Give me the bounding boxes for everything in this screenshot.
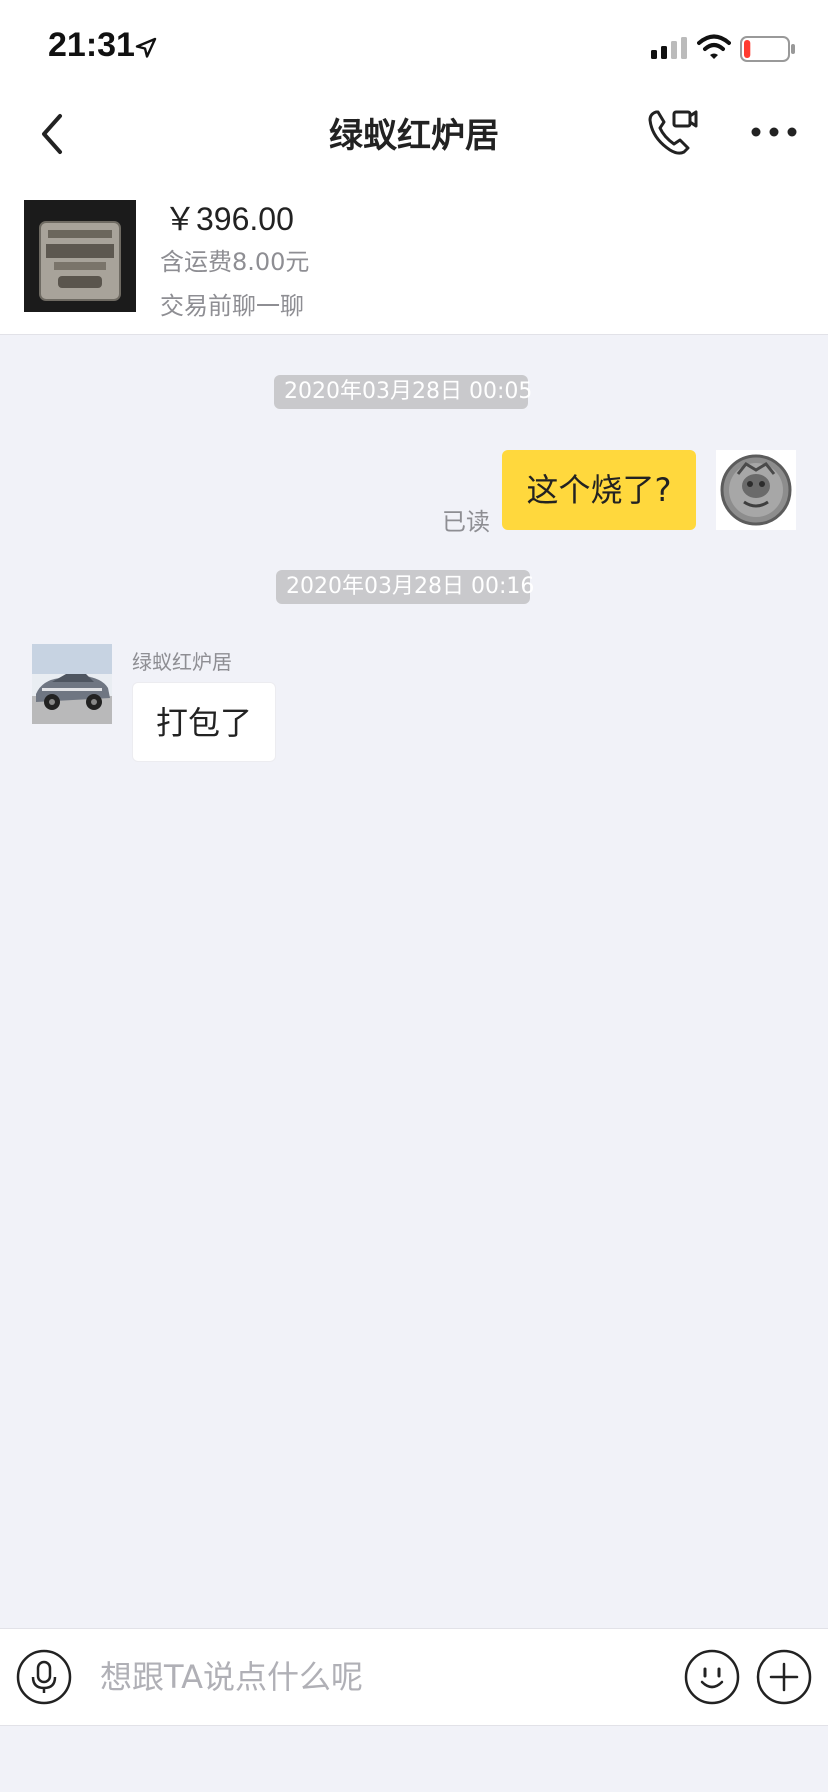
read-status: 已读: [442, 508, 490, 536]
location-arrow-icon: [135, 37, 157, 58]
status-time: 21:31: [48, 26, 135, 64]
message-timestamp: 2020年03月28日 00:05: [274, 375, 532, 409]
microphone-icon[interactable]: [16, 1649, 72, 1705]
seller-message-bubble[interactable]: 打包了: [132, 682, 276, 762]
sender-name: 绿蚁红炉居: [132, 650, 232, 674]
my-avatar[interactable]: [716, 450, 796, 530]
cellular-signal-icon: [651, 37, 687, 59]
seller-avatar[interactable]: [32, 644, 112, 724]
zippo-lighter-image[interactable]: [24, 200, 136, 312]
product-card[interactable]: ￥396.00 含运费8.00元 交易前聊一聊: [0, 176, 828, 335]
my-message-bubble[interactable]: 这个烧了?: [502, 450, 696, 530]
smiley-icon[interactable]: [684, 1649, 740, 1705]
status-bar: 21:31: [0, 0, 828, 94]
product-price: ￥396.00: [164, 201, 294, 237]
input-bar: [0, 1628, 828, 1726]
page-title: 绿蚁红炉居: [329, 116, 499, 156]
product-chat-hint: 交易前聊一聊: [160, 292, 304, 320]
battery-low-icon: [740, 36, 795, 62]
plus-circle-icon[interactable]: [756, 1649, 812, 1705]
nav-bar: 绿蚁红炉居: [0, 94, 828, 176]
wifi-icon: [697, 34, 731, 59]
chat-screen: 21:31 绿蚁红炉居 ￥396.00 含运费8.00元 交易前聊一聊 2020…: [0, 0, 828, 1792]
phone-video-icon[interactable]: [644, 104, 700, 160]
message-timestamp: 2020年03月28日 00:16: [276, 570, 534, 604]
product-shipping: 含运费8.00元: [160, 248, 310, 276]
more-dots-icon[interactable]: [746, 116, 802, 148]
message-input[interactable]: [100, 1645, 660, 1709]
